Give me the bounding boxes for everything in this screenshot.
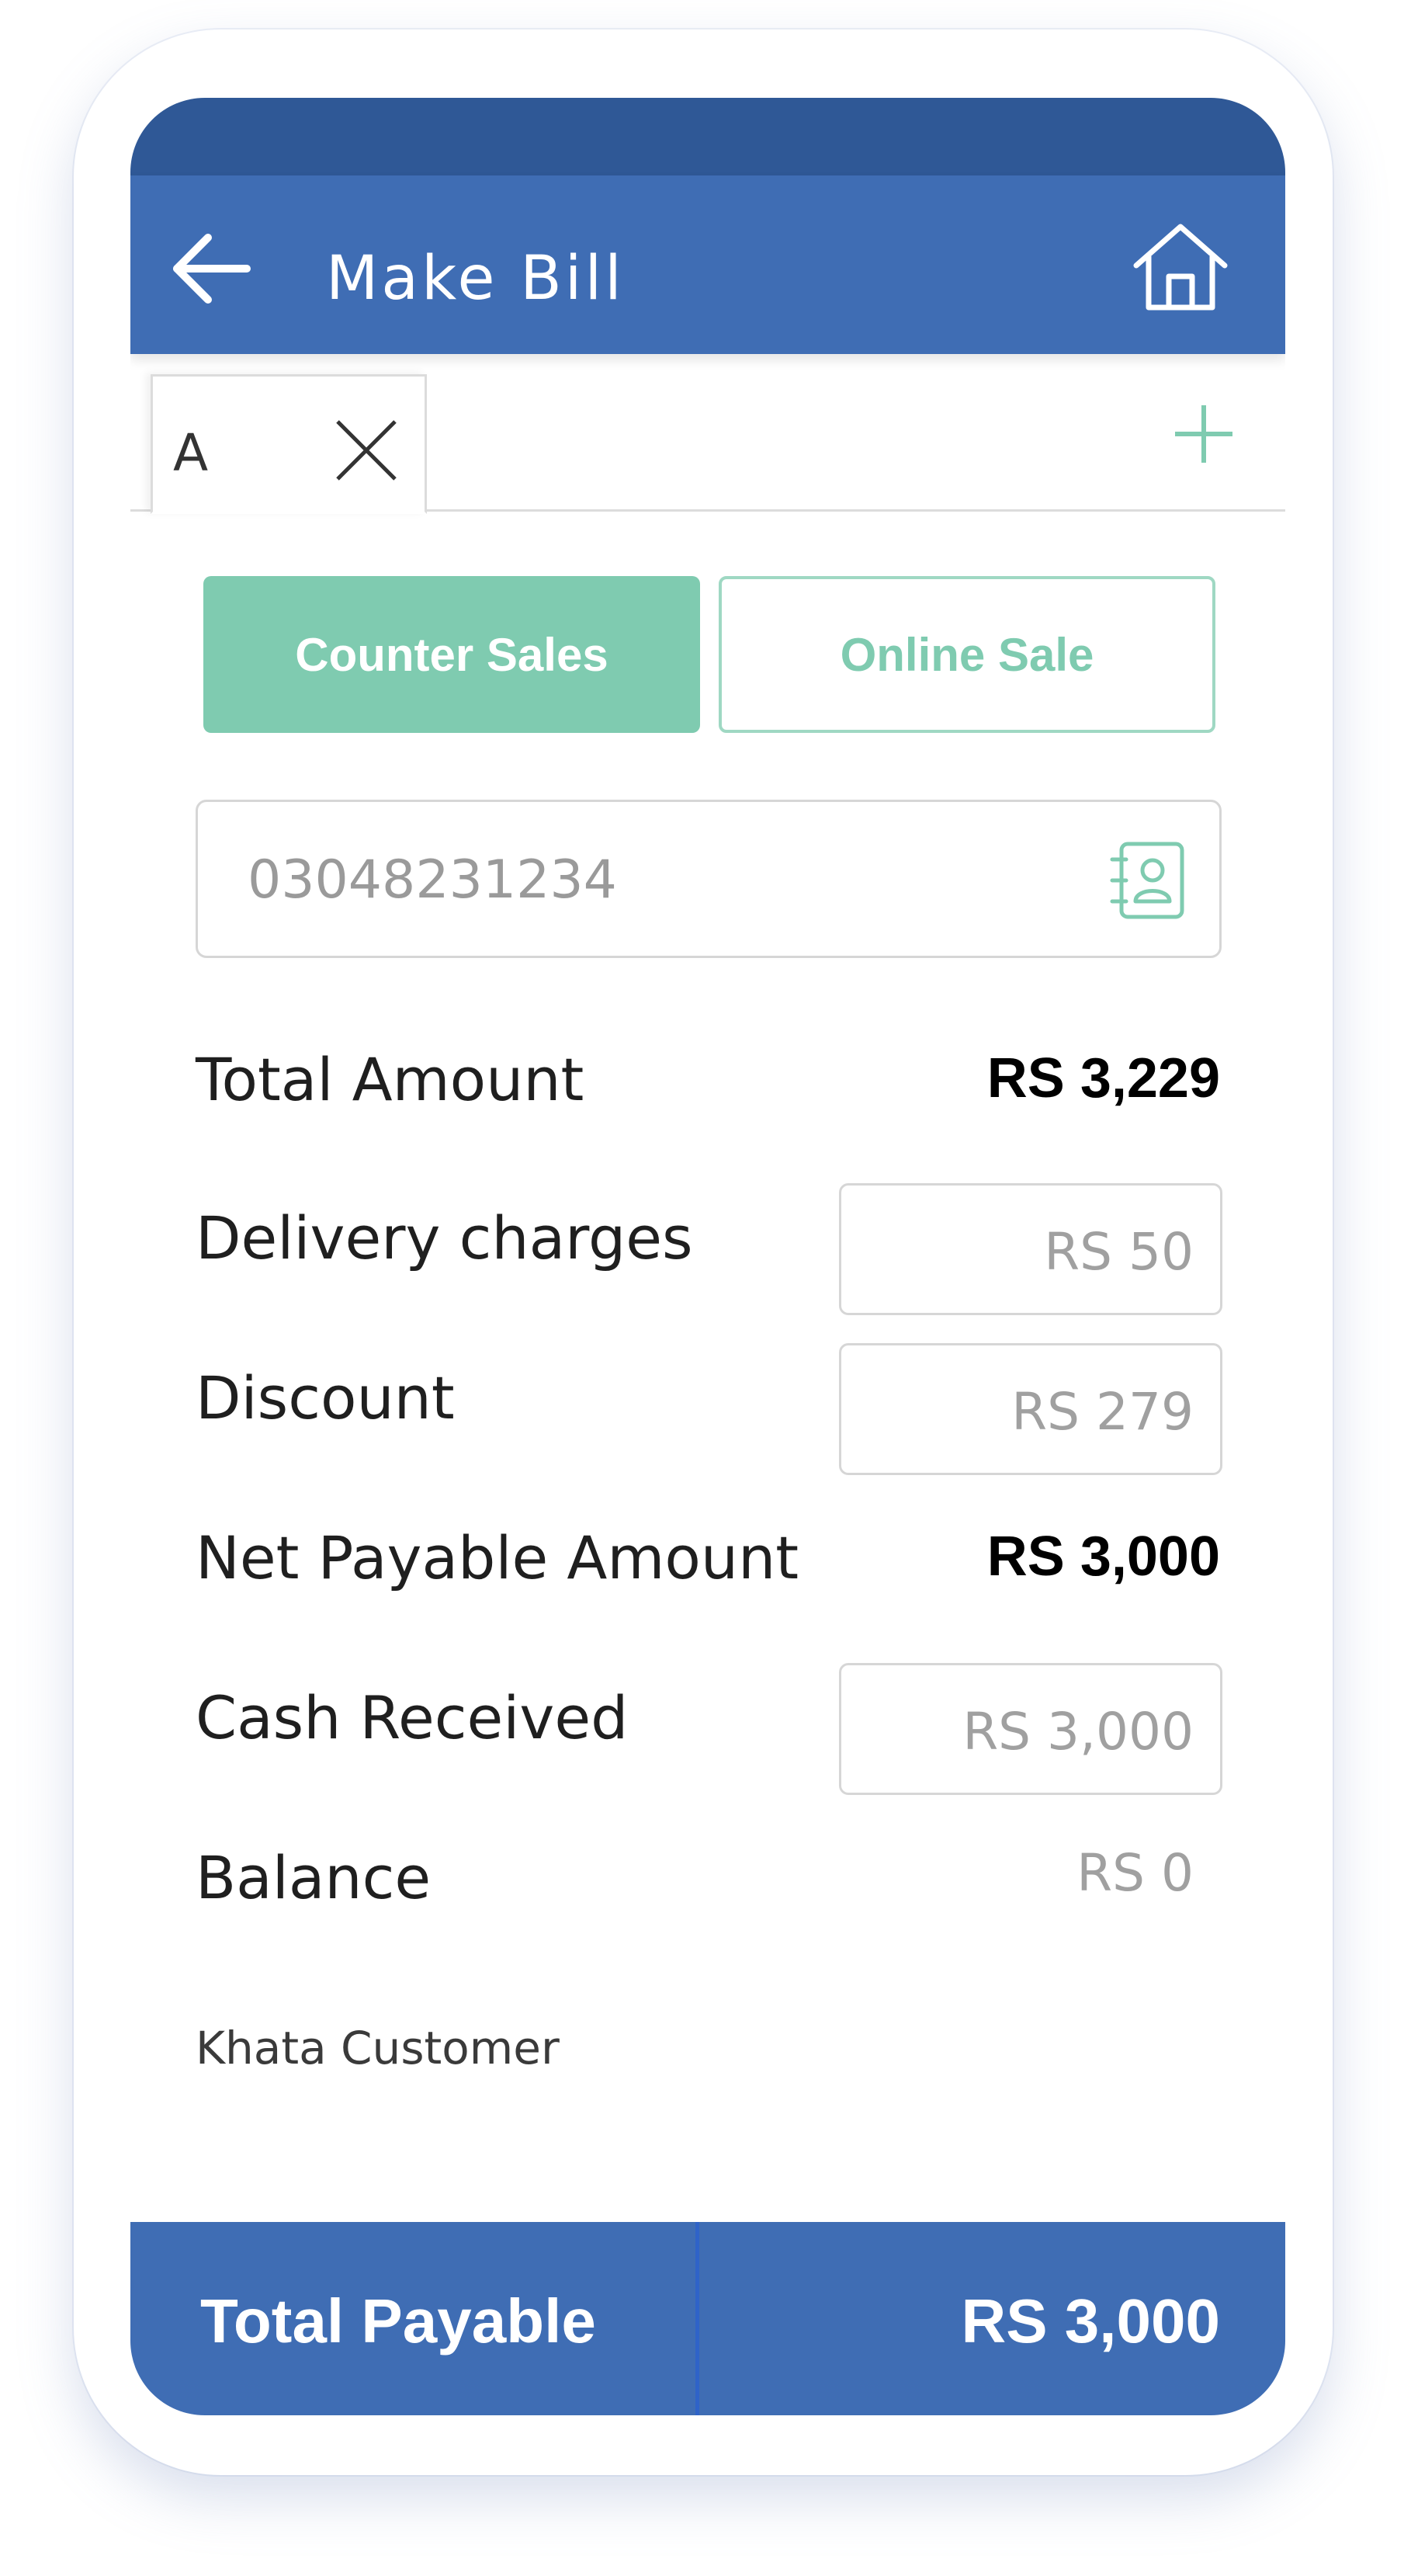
delivery-charges-input[interactable] [868,1217,1194,1286]
status-bar [130,98,1285,175]
bill-tabs-bar: A [130,354,1285,514]
home-icon [1133,224,1228,311]
discount-label: Discount [196,1363,455,1432]
delivery-charges-field [839,1183,1222,1315]
cash-received-input[interactable] [868,1696,1194,1766]
back-button[interactable] [169,230,255,307]
cash-received-field [839,1663,1222,1795]
app-bar: Make Bill [130,175,1285,354]
app-screen: Make Bill A Counter Sales Online Sale 03… [130,98,1285,2415]
total-payable-bar[interactable]: Total Payable RS 3,000 [130,2222,1285,2415]
online-sale-button[interactable]: Online Sale [719,576,1215,733]
customer-phone-input[interactable] [248,841,1024,918]
page-canvas: Make Bill A Counter Sales Online Sale 03… [0,0,1404,2576]
contact-picker-button[interactable] [1108,839,1188,922]
footer-divider [695,2222,699,2415]
net-payable-value: RS 3,000 [986,1526,1220,1588]
total-amount-label: Total Amount [196,1045,584,1114]
plus-icon [1175,405,1232,463]
discount-input[interactable] [868,1377,1194,1446]
delivery-charges-label: Delivery charges [196,1203,693,1272]
total-amount-value: RS 3,229 [986,1047,1220,1109]
counter-sales-button[interactable]: Counter Sales [203,576,700,733]
bill-tab-label: A [173,423,209,483]
arrow-left-icon [173,234,251,304]
balance-label: Balance [196,1843,432,1912]
close-tab-button[interactable] [331,415,401,485]
close-icon [336,420,397,481]
total-payable-amount: RS 3,000 [961,2286,1220,2356]
net-payable-label: Net Payable Amount [196,1523,799,1592]
customer-phone-field [196,800,1222,958]
contact-book-icon [1110,842,1184,919]
add-tab-button[interactable] [1169,399,1239,469]
discount-field [839,1343,1222,1475]
home-button[interactable] [1130,220,1231,314]
bill-tab[interactable]: A [151,374,427,514]
cash-received-label: Cash Received [196,1683,629,1752]
total-payable-label: Total Payable [200,2286,596,2356]
page-title: Make Bill [326,244,625,314]
balance-value: RS 0 [1076,1843,1194,1903]
khata-customer-label[interactable]: Khata Customer [196,2022,560,2074]
